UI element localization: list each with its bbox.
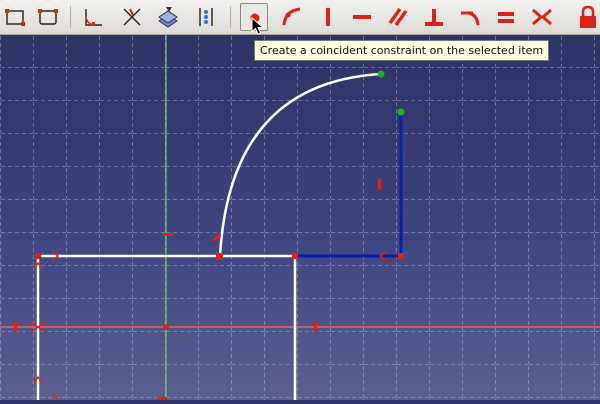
grid [0,35,600,400]
line-endpoint[interactable] [397,108,405,116]
carbon-copy-icon[interactable] [192,3,220,31]
toolbar-separator [70,6,71,28]
lock-constraint-icon[interactable] [574,3,600,31]
fillet-icon[interactable] [80,3,108,31]
sketch-canvas[interactable] [0,35,600,400]
equal-constraint-icon[interactable] [492,3,520,31]
symmetric-marker [314,322,317,332]
horizontal-constraint-marker [163,233,173,236]
symmetric-constraint-icon[interactable] [528,3,556,31]
sketch-vertex[interactable] [292,253,298,259]
rounded-rectangle-icon[interactable] [34,3,62,31]
mouse-cursor-icon [251,17,265,35]
external-geometry-icon[interactable] [154,3,182,31]
horizontal-constraint-icon[interactable] [348,3,376,31]
origin-point[interactable] [163,324,169,330]
sketch-vertex[interactable] [216,253,223,260]
tooltip: Create a coincident constraint on the se… [254,40,550,61]
sketch-drawing[interactable] [0,35,600,400]
sketch-vertex[interactable] [35,253,41,259]
sketcher-toolbar [0,0,600,35]
trim-icon[interactable] [118,3,146,31]
sketch-vertex[interactable] [398,253,404,259]
point-on-object-constraint-icon[interactable] [278,3,306,31]
symmetric-marker [14,322,17,332]
perpendicular-constraint-icon[interactable] [420,3,448,31]
tangent-constraint-icon[interactable] [456,3,484,31]
rectangle-icon[interactable] [2,3,30,31]
arc-endpoint[interactable] [377,70,385,78]
toolbar-separator [230,6,231,28]
vertical-constraint-marker [378,179,381,189]
parallel-constraint-icon[interactable] [384,3,412,31]
vertical-constraint-icon[interactable] [314,3,342,31]
